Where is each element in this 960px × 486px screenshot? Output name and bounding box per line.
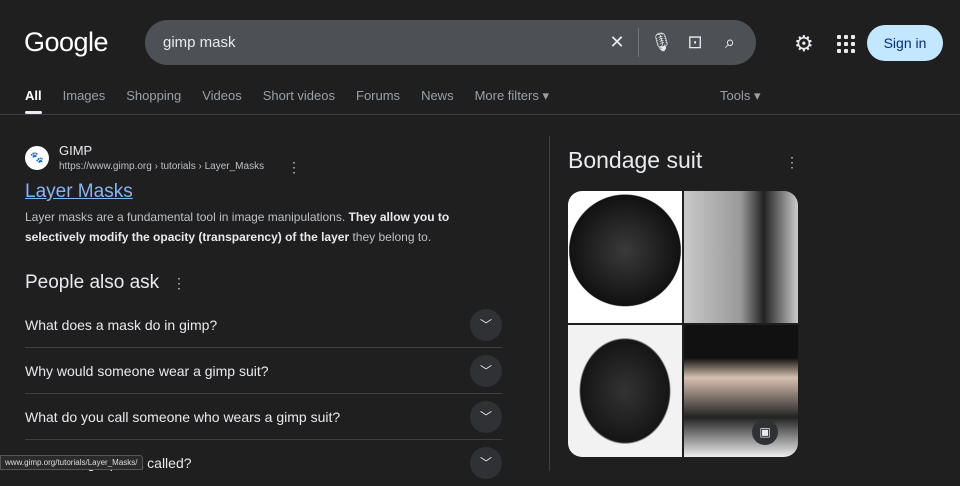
result-url[interactable]: https://www.gimp.org › tutorials › Layer…	[59, 161, 264, 172]
tab-all[interactable]: All	[25, 88, 42, 114]
knowledge-panel-title: Bondage suit	[568, 147, 703, 173]
people-also-ask-heading: People also ask	[25, 272, 160, 293]
tab-images[interactable]: Images	[63, 88, 106, 113]
google-logo[interactable]: Google	[24, 27, 109, 58]
result-snippet: Layer masks are a fundamental tool in im…	[25, 207, 475, 247]
more-options-icon[interactable]: ⋮	[172, 275, 186, 292]
divider	[549, 136, 550, 471]
search-bar: ✕ 🎙 ⊡ ⌕	[145, 20, 756, 65]
chevron-down-icon[interactable]: ﹀	[470, 400, 502, 433]
tools-button[interactable]: Tools ▾	[720, 88, 761, 104]
image-thumbnail[interactable]	[568, 191, 682, 323]
image-search-icon[interactable]: ▣	[752, 419, 778, 445]
chevron-down-icon[interactable]: ﹀	[470, 354, 502, 387]
image-grid: ▣	[568, 191, 798, 457]
image-thumbnail[interactable]	[568, 325, 682, 457]
apps-icon[interactable]	[837, 35, 855, 53]
image-thumbnail[interactable]	[684, 191, 798, 323]
tab-forums[interactable]: Forums	[356, 88, 400, 113]
divider	[0, 114, 960, 115]
gear-icon[interactable]: ⚙	[794, 31, 814, 57]
snippet-text: Layer masks are a fundamental tool in im…	[25, 210, 349, 224]
search-icon[interactable]: ⌕	[720, 32, 740, 52]
tab-shopping[interactable]: Shopping	[126, 88, 181, 113]
search-input[interactable]	[163, 34, 593, 51]
image-thumbnail[interactable]: ▣	[684, 325, 798, 457]
search-tabs: All Images Shopping Videos Short videos …	[25, 88, 570, 114]
gimp-favicon: 🐾	[25, 146, 49, 170]
tab-more-filters[interactable]: More filters ▾	[475, 88, 549, 113]
clear-icon[interactable]: ✕	[607, 32, 627, 52]
question-text: Why would someone wear a gimp suit?	[25, 362, 269, 379]
paa-question[interactable]: Why would someone wear a gimp suit? ﹀	[25, 348, 502, 394]
sign-in-button[interactable]: Sign in	[867, 25, 943, 61]
more-options-icon[interactable]: ⋮	[785, 154, 799, 171]
microphone-icon[interactable]: 🎙	[650, 32, 673, 52]
question-text: What do you call someone who wears a gim…	[25, 408, 341, 425]
more-options-icon[interactable]: ⋮	[287, 159, 301, 176]
status-bar-url: www.gimp.org/tutorials/Layer_Masks/	[0, 455, 143, 470]
chevron-down-icon[interactable]: ﹀	[470, 308, 502, 341]
divider	[638, 28, 639, 57]
lens-icon[interactable]: ⊡	[685, 32, 705, 52]
snippet-text: they belong to.	[349, 230, 432, 244]
tab-news[interactable]: News	[421, 88, 454, 113]
result-site-name[interactable]: GIMP	[59, 143, 92, 158]
tab-short-videos[interactable]: Short videos	[263, 88, 335, 113]
result-title-link[interactable]: Layer Masks	[25, 181, 133, 203]
paa-question[interactable]: What do you call someone who wears a gim…	[25, 394, 502, 440]
paa-question[interactable]: What does a mask do in gimp? ﹀	[25, 302, 502, 348]
chevron-down-icon[interactable]: ﹀	[470, 447, 502, 479]
tab-videos[interactable]: Videos	[202, 88, 242, 113]
question-text: What does a mask do in gimp?	[25, 316, 218, 333]
